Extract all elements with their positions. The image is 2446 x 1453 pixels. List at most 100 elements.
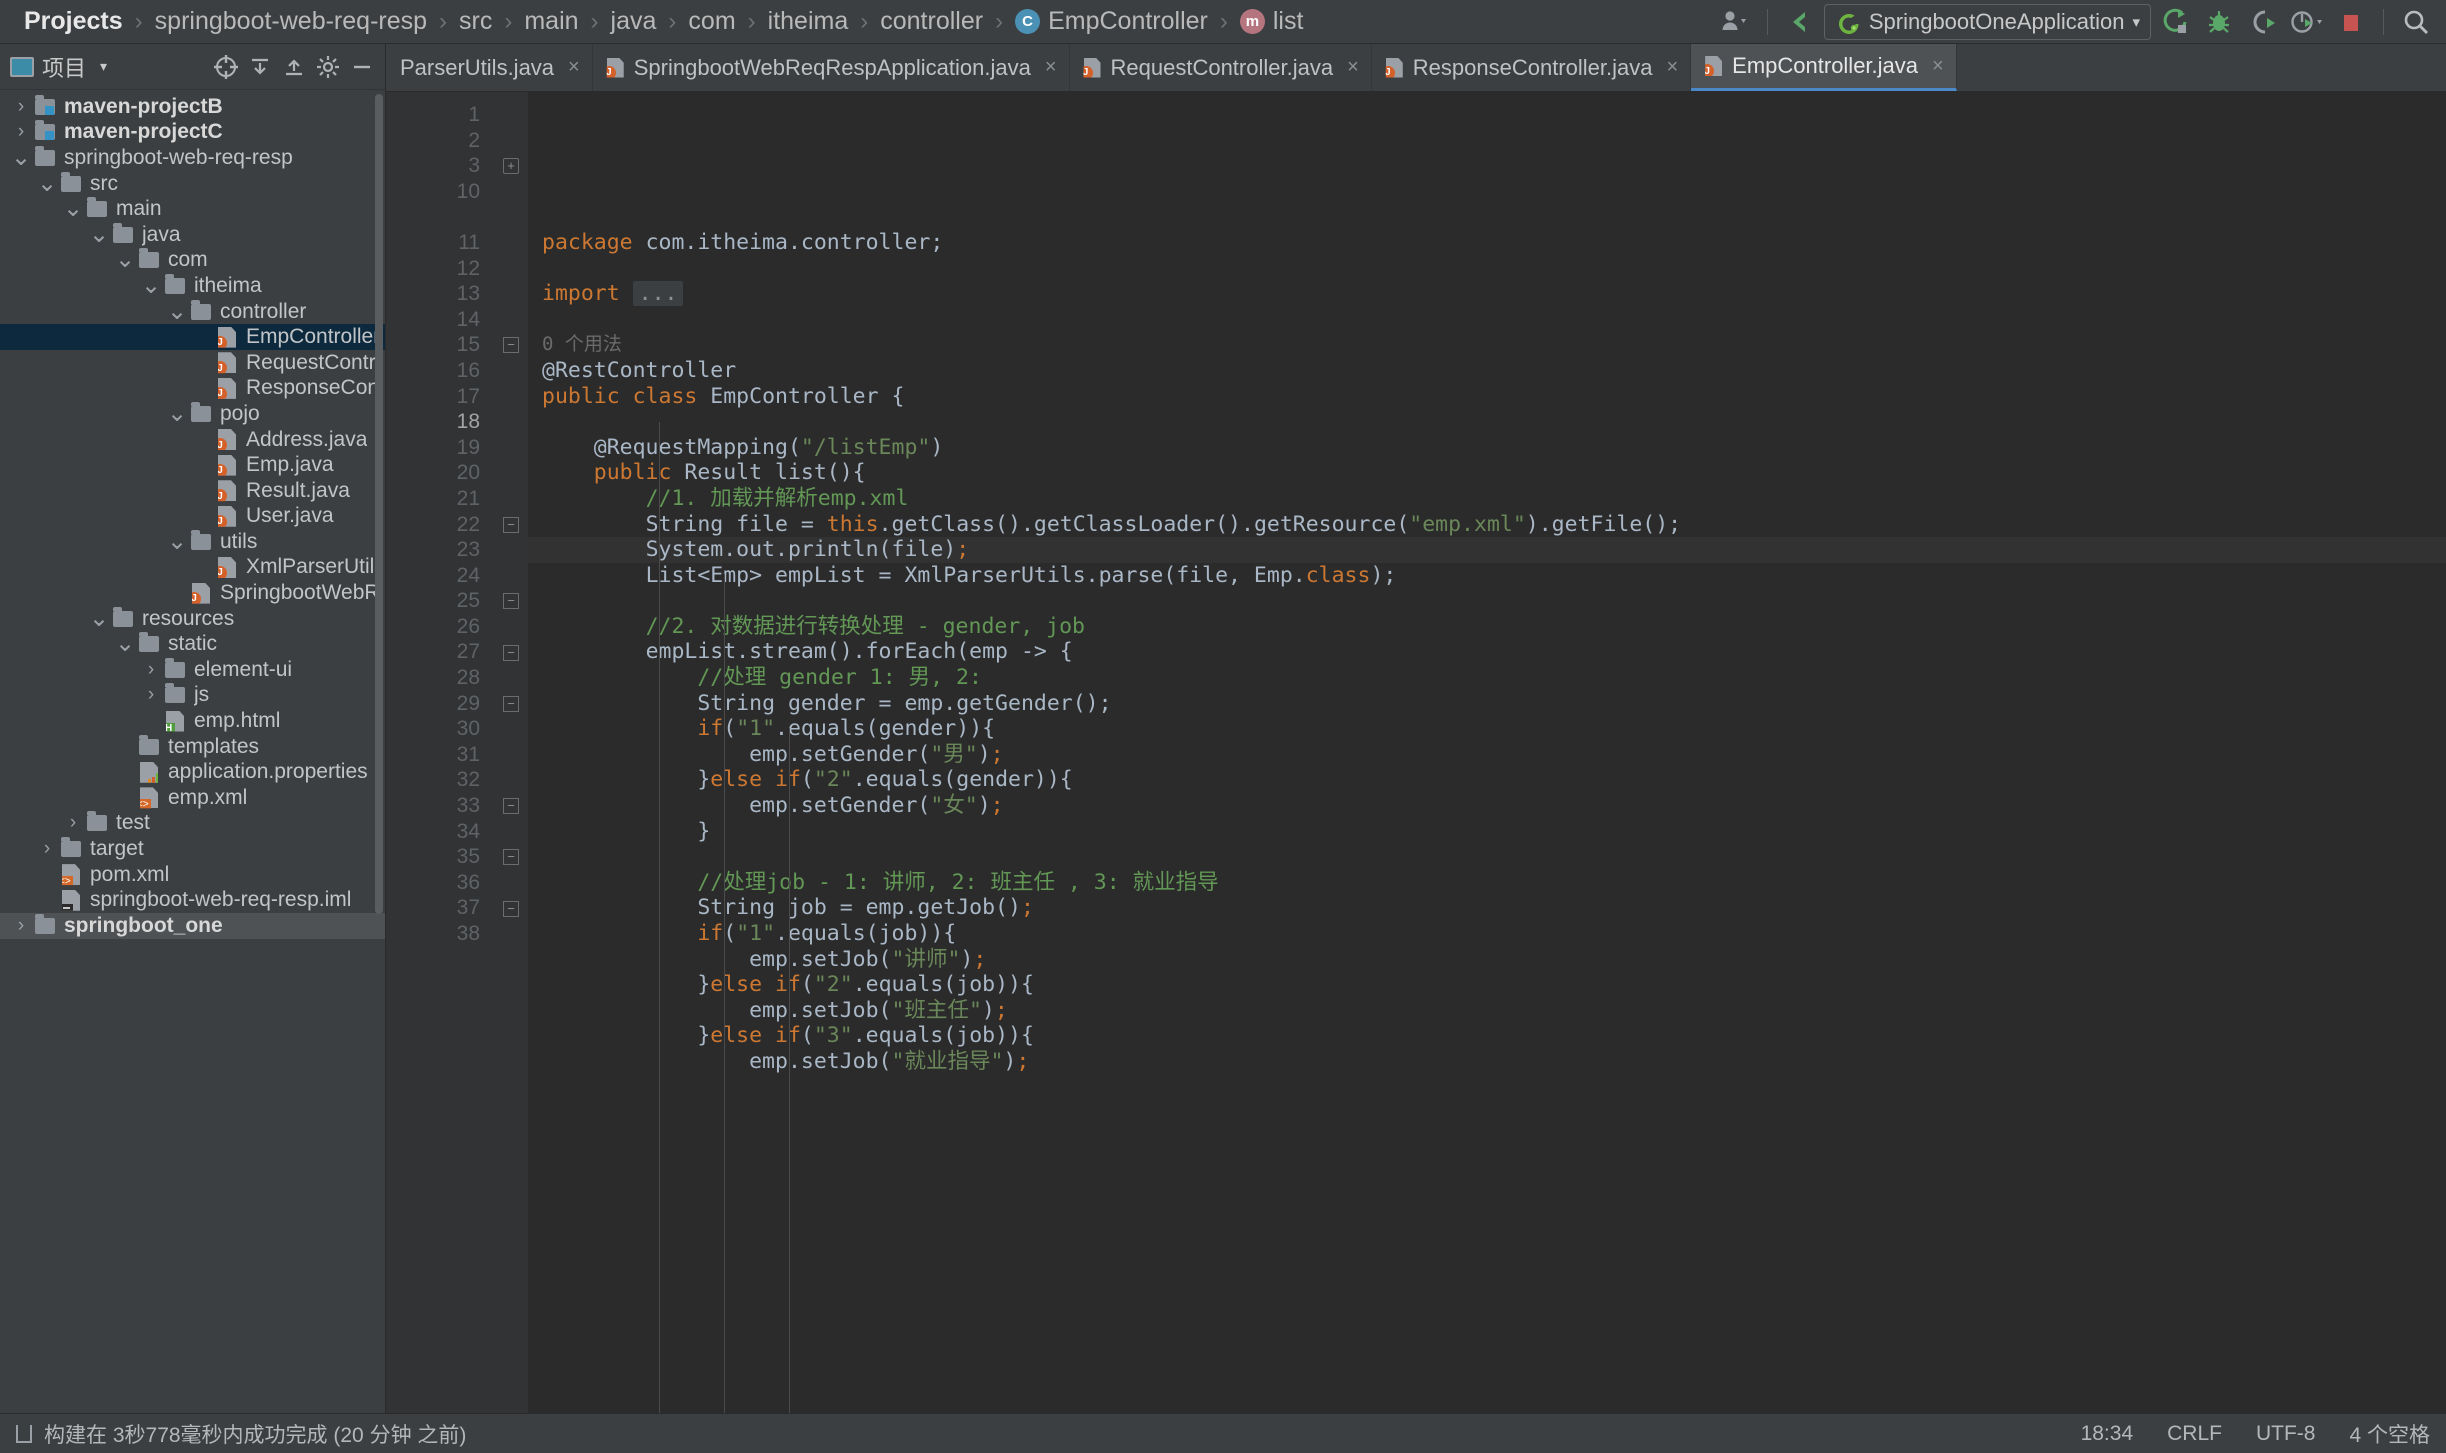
tree-node-xmlparserutils-java[interactable]: J XmlParserUtils.java bbox=[0, 555, 385, 581]
tree-node-element-ui[interactable]: › element-ui bbox=[0, 657, 385, 683]
inlay-usage-hint[interactable]: 0 个用法 bbox=[542, 332, 2446, 358]
chevron-right-icon[interactable]: › bbox=[10, 915, 32, 937]
fold-marker-line-37[interactable]: − bbox=[503, 900, 519, 917]
code-line-12[interactable]: public class EmpController { bbox=[542, 384, 2446, 410]
chevron-right-icon[interactable]: › bbox=[36, 838, 58, 860]
editor-tab-responsecontroller-java[interactable]: J ResponseController.java × bbox=[1372, 44, 1692, 91]
chevron-right-icon[interactable]: › bbox=[10, 96, 32, 118]
code-line-11[interactable]: @RestController bbox=[542, 358, 2446, 384]
code-line-31[interactable]: //处理job - 1: 讲师, 2: 班主任 , 3: 就业指导 bbox=[542, 870, 2446, 896]
code-line-16[interactable]: //1. 加载并解析emp.xml bbox=[542, 486, 2446, 512]
code-line-25[interactable]: if("1".equals(gender)){ bbox=[542, 716, 2446, 742]
tree-node-application-properties[interactable]: application.properties bbox=[0, 759, 385, 785]
code-line-33[interactable]: if("1".equals(job)){ bbox=[542, 921, 2446, 947]
code-line-17[interactable]: String file = this.getClass().getClassLo… bbox=[542, 512, 2446, 538]
chevron-down-icon[interactable]: ⌄ bbox=[88, 222, 110, 246]
breadcrumb-item-itheima[interactable]: itheima bbox=[758, 9, 859, 34]
code-line-27[interactable]: }else if("2".equals(gender)){ bbox=[542, 767, 2446, 793]
chevron-down-icon[interactable]: ⌄ bbox=[140, 273, 162, 297]
editor-tab-springbootwebreqrespapplication-java[interactable]: J SpringbootWebReqRespApplication.java × bbox=[593, 44, 1070, 91]
expand-all-icon[interactable] bbox=[245, 52, 275, 82]
code-line-24[interactable]: String gender = emp.getGender(); bbox=[542, 691, 2446, 717]
breadcrumb-item-empcontroller[interactable]: C EmpController bbox=[1005, 9, 1218, 34]
close-icon[interactable]: × bbox=[1347, 56, 1359, 79]
stop-icon[interactable] bbox=[2331, 4, 2371, 40]
tree-node-user-java[interactable]: J User.java bbox=[0, 504, 385, 530]
breadcrumb-item-main[interactable]: main bbox=[514, 9, 588, 34]
run-coverage-icon[interactable] bbox=[2243, 4, 2283, 40]
fold-marker-line-29[interactable]: − bbox=[503, 695, 519, 712]
code-line-22[interactable]: empList.stream().forEach(emp -> { bbox=[542, 639, 2446, 665]
code-line-26[interactable]: emp.setGender("男"); bbox=[542, 742, 2446, 768]
tree-node-address-java[interactable]: J Address.java bbox=[0, 427, 385, 453]
code-line-36[interactable]: emp.setJob("班主任"); bbox=[542, 998, 2446, 1024]
fold-marker-line-33[interactable]: − bbox=[503, 798, 519, 815]
tree-node-static[interactable]: ⌄ static bbox=[0, 631, 385, 657]
code-line-3[interactable]: import ... bbox=[542, 281, 2446, 307]
breadcrumb-item-java[interactable]: java bbox=[601, 9, 667, 34]
tree-node-pojo[interactable]: ⌄ pojo bbox=[0, 401, 385, 427]
tree-node-result-java[interactable]: J Result.java bbox=[0, 478, 385, 504]
tree-node-requestcontroller-jav[interactable]: J RequestController.jav bbox=[0, 350, 385, 376]
tree-node-itheima[interactable]: ⌄ itheima bbox=[0, 273, 385, 299]
close-icon[interactable]: × bbox=[1932, 55, 1944, 78]
code-folding-gutter[interactable]: + − − − − − − − − bbox=[494, 92, 528, 1413]
code-line-34[interactable]: emp.setJob("讲师"); bbox=[542, 947, 2446, 973]
caret-position[interactable]: 18:34 bbox=[2081, 1422, 2134, 1446]
tree-node-maven-projectb[interactable]: › maven-projectB bbox=[0, 94, 385, 120]
settings-gear-icon[interactable] bbox=[313, 52, 343, 82]
tree-node-empcontroller-java[interactable]: J EmpController.java bbox=[0, 324, 385, 350]
line-separator[interactable]: CRLF bbox=[2167, 1422, 2222, 1446]
tree-node-src[interactable]: ⌄ src bbox=[0, 171, 385, 197]
chevron-down-icon[interactable]: ⌄ bbox=[10, 145, 32, 169]
chevron-right-icon[interactable]: › bbox=[140, 684, 162, 706]
code-line-28[interactable]: emp.setGender("女"); bbox=[542, 793, 2446, 819]
tree-scrollbar[interactable] bbox=[375, 94, 383, 914]
fold-marker-line-27[interactable]: − bbox=[503, 644, 519, 661]
run-configuration-selector[interactable]: SpringbootOneApplication ▾ bbox=[1823, 3, 2151, 40]
target-icon[interactable] bbox=[211, 52, 241, 82]
tree-node-emp-java[interactable]: J Emp.java bbox=[0, 452, 385, 478]
close-icon[interactable]: × bbox=[1045, 56, 1057, 79]
editor-tab-empcontroller-java[interactable]: J EmpController.java × bbox=[1691, 44, 1957, 91]
chevron-down-icon[interactable]: ⌄ bbox=[166, 529, 188, 553]
collapse-all-icon[interactable] bbox=[279, 52, 309, 82]
chevron-down-icon[interactable]: ⌄ bbox=[114, 632, 136, 656]
fold-marker-line-15[interactable]: − bbox=[503, 337, 519, 354]
tree-node-resources[interactable]: ⌄ resources bbox=[0, 606, 385, 632]
profiler-icon[interactable] bbox=[2287, 4, 2327, 40]
code-line-38[interactable]: emp.setJob("就业指导"); bbox=[542, 1049, 2446, 1075]
breadcrumb-item-src[interactable]: src bbox=[449, 9, 502, 34]
tree-node-controller[interactable]: ⌄ controller bbox=[0, 299, 385, 325]
tree-node-js[interactable]: › js bbox=[0, 683, 385, 709]
search-everywhere-icon[interactable] bbox=[2396, 4, 2436, 40]
code-line-18[interactable]: System.out.println(file); bbox=[528, 537, 2446, 563]
code-line-14[interactable]: @RequestMapping("/listEmp") bbox=[542, 435, 2446, 461]
code-editor[interactable]: 1 2 3 10 11 12 13 14 15 16 17 18 19 20 21 22 23 24 25 26 27… bbox=[386, 92, 2446, 1413]
tree-node-pom-xml[interactable]: <> pom.xml bbox=[0, 862, 385, 888]
breadcrumb-item-com[interactable]: com bbox=[678, 9, 745, 34]
tree-node-responsecontroller-ja[interactable]: J ResponseController.ja bbox=[0, 376, 385, 402]
code-line-21[interactable]: //2. 对数据进行转换处理 - gender, job bbox=[542, 614, 2446, 640]
tree-node-java[interactable]: ⌄ java bbox=[0, 222, 385, 248]
file-encoding[interactable]: UTF-8 bbox=[2256, 1422, 2316, 1446]
code-line-35[interactable]: }else if("2".equals(job)){ bbox=[542, 972, 2446, 998]
breadcrumb-item-projects[interactable]: Projects bbox=[14, 9, 133, 34]
chevron-down-icon[interactable]: ▾ bbox=[100, 58, 107, 75]
code-line-2[interactable] bbox=[542, 256, 2446, 282]
fold-marker-line-22[interactable]: − bbox=[503, 516, 519, 533]
fold-marker-line-25[interactable]: − bbox=[503, 593, 519, 610]
chevron-down-icon[interactable]: ⌄ bbox=[114, 248, 136, 272]
hide-panel-icon[interactable] bbox=[347, 52, 377, 82]
code-line-1[interactable]: package com.itheima.controller; bbox=[542, 230, 2446, 256]
code-content[interactable]: package com.itheima.controller; import .… bbox=[528, 92, 2446, 1413]
tree-node-com[interactable]: ⌄ com bbox=[0, 248, 385, 274]
chevron-right-icon[interactable]: › bbox=[140, 659, 162, 681]
chevron-down-icon[interactable]: ⌄ bbox=[88, 606, 110, 630]
tree-node-springbootwebreqresp[interactable]: J SpringbootWebReqResp bbox=[0, 580, 385, 606]
indent-setting[interactable]: 4 个空格 bbox=[2349, 1419, 2430, 1449]
tree-node-emp-xml[interactable]: <> emp.xml bbox=[0, 785, 385, 811]
fold-marker-line-35[interactable]: − bbox=[503, 849, 519, 866]
user-dropdown-icon[interactable] bbox=[1715, 4, 1755, 40]
editor-tab-requestcontroller-java[interactable]: J RequestController.java × bbox=[1070, 44, 1372, 91]
